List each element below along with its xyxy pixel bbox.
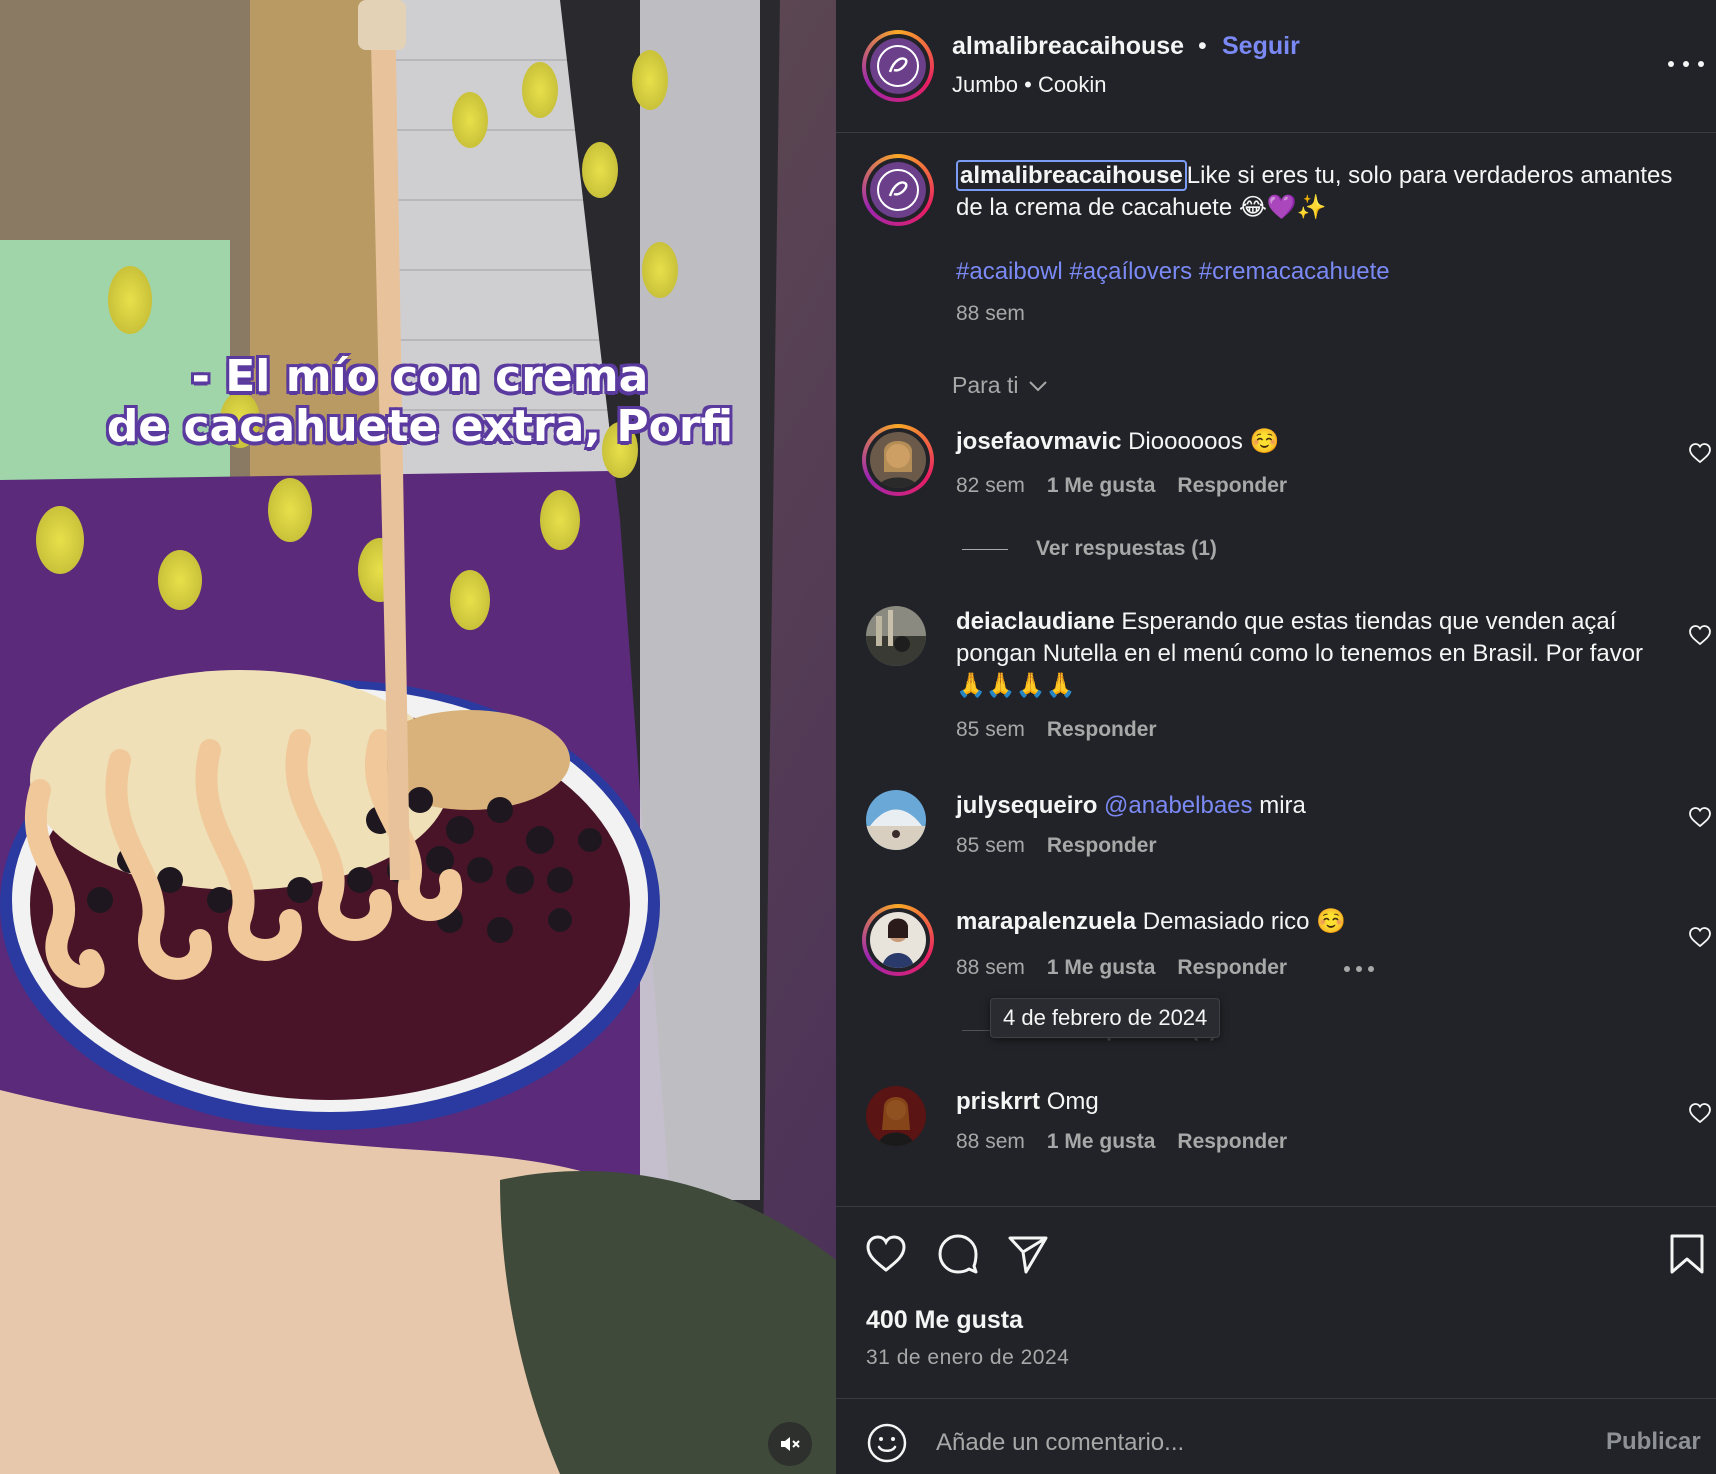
post-side-panel: almalibreacaihouse • Seguir Jumbo • Cook…	[836, 0, 1716, 1474]
more-horizontal-icon	[1668, 61, 1674, 67]
commenter-avatar[interactable]	[866, 606, 926, 666]
comment-meta: 85 sem Responder	[956, 834, 1157, 858]
reply-button[interactable]: Responder	[1177, 1130, 1287, 1154]
like-comment-heart-icon[interactable]	[1688, 442, 1712, 464]
reply-button[interactable]: Responder	[1177, 474, 1287, 498]
reply-button[interactable]: Responder	[1177, 956, 1287, 980]
commenter-avatar[interactable]	[862, 904, 934, 976]
comment-sort-dropdown[interactable]: Para ti	[952, 372, 1048, 399]
comment-likes[interactable]: 1 Me gusta	[1047, 474, 1156, 498]
comment-meta: 82 sem 1 Me gusta Responder	[956, 474, 1287, 498]
caption-username[interactable]: almalibreacaihouse	[956, 160, 1187, 191]
comment-text: josefaovmavic Dioooooos ☺️	[956, 426, 1666, 458]
date-tooltip: 4 de febrero de 2024	[990, 998, 1221, 1038]
share-send-icon[interactable]	[1006, 1232, 1050, 1276]
user-photo-icon	[866, 606, 926, 666]
more-options-button[interactable]	[1668, 52, 1704, 76]
reply-button[interactable]: Responder	[1047, 718, 1157, 742]
comment-username[interactable]: marapalenzuela	[956, 908, 1136, 935]
actions-divider	[836, 1206, 1716, 1207]
reply-button[interactable]: Responder	[1047, 834, 1157, 858]
author-avatar[interactable]	[862, 30, 934, 102]
comment-username[interactable]: josefaovmavic	[956, 428, 1121, 455]
publish-button[interactable]: Publicar	[1606, 1428, 1701, 1456]
post-media[interactable]: - El mío con crema de cacahuete extra, P…	[0, 0, 836, 1474]
comment-mention[interactable]: @anabelbaes	[1104, 792, 1252, 819]
user-photo-icon	[866, 790, 926, 850]
replies-rule	[962, 548, 1008, 550]
like-comment-heart-icon[interactable]	[1688, 1102, 1712, 1124]
view-replies-button[interactable]: Ver respuestas (1)	[962, 537, 1217, 561]
speaker-muted-icon	[781, 1437, 800, 1451]
comment-username[interactable]: priskrrt	[956, 1088, 1040, 1115]
comment-username[interactable]: deiaclaudiane	[956, 608, 1115, 635]
commenter-avatar[interactable]	[862, 424, 934, 496]
comment-time[interactable]: 88 sem	[956, 1130, 1025, 1154]
follow-button[interactable]: Seguir	[1222, 32, 1300, 61]
comment-body: Demasiado rico ☺️	[1142, 908, 1347, 935]
save-bookmark-icon[interactable]	[1668, 1232, 1706, 1276]
header-divider	[836, 132, 1716, 133]
comment-body: mira	[1259, 792, 1306, 819]
comment-bubble-icon[interactable]	[936, 1232, 980, 1276]
author-username[interactable]: almalibreacaihouse	[952, 32, 1184, 61]
comment-body: Dioooooos ☺️	[1128, 428, 1280, 455]
view-replies-label: Ver respuestas (1)	[1036, 537, 1217, 560]
user-photo-icon	[870, 912, 926, 968]
commenter-avatar[interactable]	[866, 790, 926, 850]
brand-logo-icon	[870, 162, 926, 218]
comment-text: priskrrt Omg	[956, 1086, 1666, 1118]
post-date[interactable]: 31 de enero de 2024	[866, 1346, 1069, 1370]
like-comment-heart-icon[interactable]	[1688, 806, 1712, 828]
sort-label: Para ti	[952, 372, 1019, 398]
overlay-line-1: - El mío con crema	[191, 351, 649, 402]
like-comment-heart-icon[interactable]	[1688, 624, 1712, 646]
post-caption: almalibreacaihouse Like si eres tu, solo …	[956, 160, 1676, 224]
comment-time[interactable]: 85 sem	[956, 834, 1025, 858]
acai-bowl-photo	[0, 0, 836, 1474]
comment-time[interactable]: 82 sem	[956, 474, 1025, 498]
header-separator: •	[1198, 32, 1207, 60]
input-divider	[836, 1398, 1716, 1399]
more-horizontal-icon	[1344, 966, 1350, 972]
audio-subtitle[interactable]: Jumbo • Cookin	[952, 72, 1106, 98]
comment-likes[interactable]: 1 Me gusta	[1047, 956, 1156, 980]
brand-logo-icon	[870, 38, 926, 94]
like-heart-icon[interactable]	[864, 1232, 908, 1276]
chevron-down-icon	[1029, 380, 1048, 391]
comment-likes[interactable]: 1 Me gusta	[1047, 1130, 1156, 1154]
overlay-line-2: de cacahuete extra, Porfi	[106, 401, 734, 452]
comment-time[interactable]: 88 sem	[956, 956, 1025, 980]
user-photo-icon	[870, 432, 926, 488]
comment-meta: 88 sem 1 Me gusta Responder	[956, 1130, 1287, 1154]
comment-username[interactable]: julysequeiro	[956, 792, 1097, 819]
commenter-avatar[interactable]	[866, 1086, 926, 1146]
caption-hashtags[interactable]: #acaibowl #açaílovers #cremacacahuete	[956, 258, 1390, 286]
comment-text: julysequeiro @anabelbaes mira	[956, 790, 1666, 822]
like-comment-heart-icon[interactable]	[1688, 926, 1712, 948]
caption-timestamp[interactable]: 88 sem	[956, 302, 1025, 326]
user-photo-icon	[866, 1086, 926, 1146]
comment-text: deiaclaudiane Esperando que estas tienda…	[956, 606, 1666, 702]
caption-avatar[interactable]	[862, 154, 934, 226]
mute-button[interactable]	[768, 1422, 812, 1466]
comment-meta: 85 sem Responder	[956, 718, 1157, 742]
likes-count[interactable]: 400 Me gusta	[866, 1306, 1023, 1335]
comment-time[interactable]: 85 sem	[956, 718, 1025, 742]
video-text-overlay: - El mío con crema de cacahuete extra, P…	[60, 352, 780, 452]
comment-input[interactable]	[936, 1422, 1576, 1464]
emoji-smile-icon[interactable]	[866, 1422, 908, 1464]
comment-body: Omg	[1046, 1088, 1099, 1115]
comment-text: marapalenzuela Demasiado rico ☺️	[956, 906, 1666, 938]
comment-options-button[interactable]	[1344, 966, 1374, 974]
comment-meta: 88 sem 1 Me gusta Responder	[956, 956, 1287, 980]
